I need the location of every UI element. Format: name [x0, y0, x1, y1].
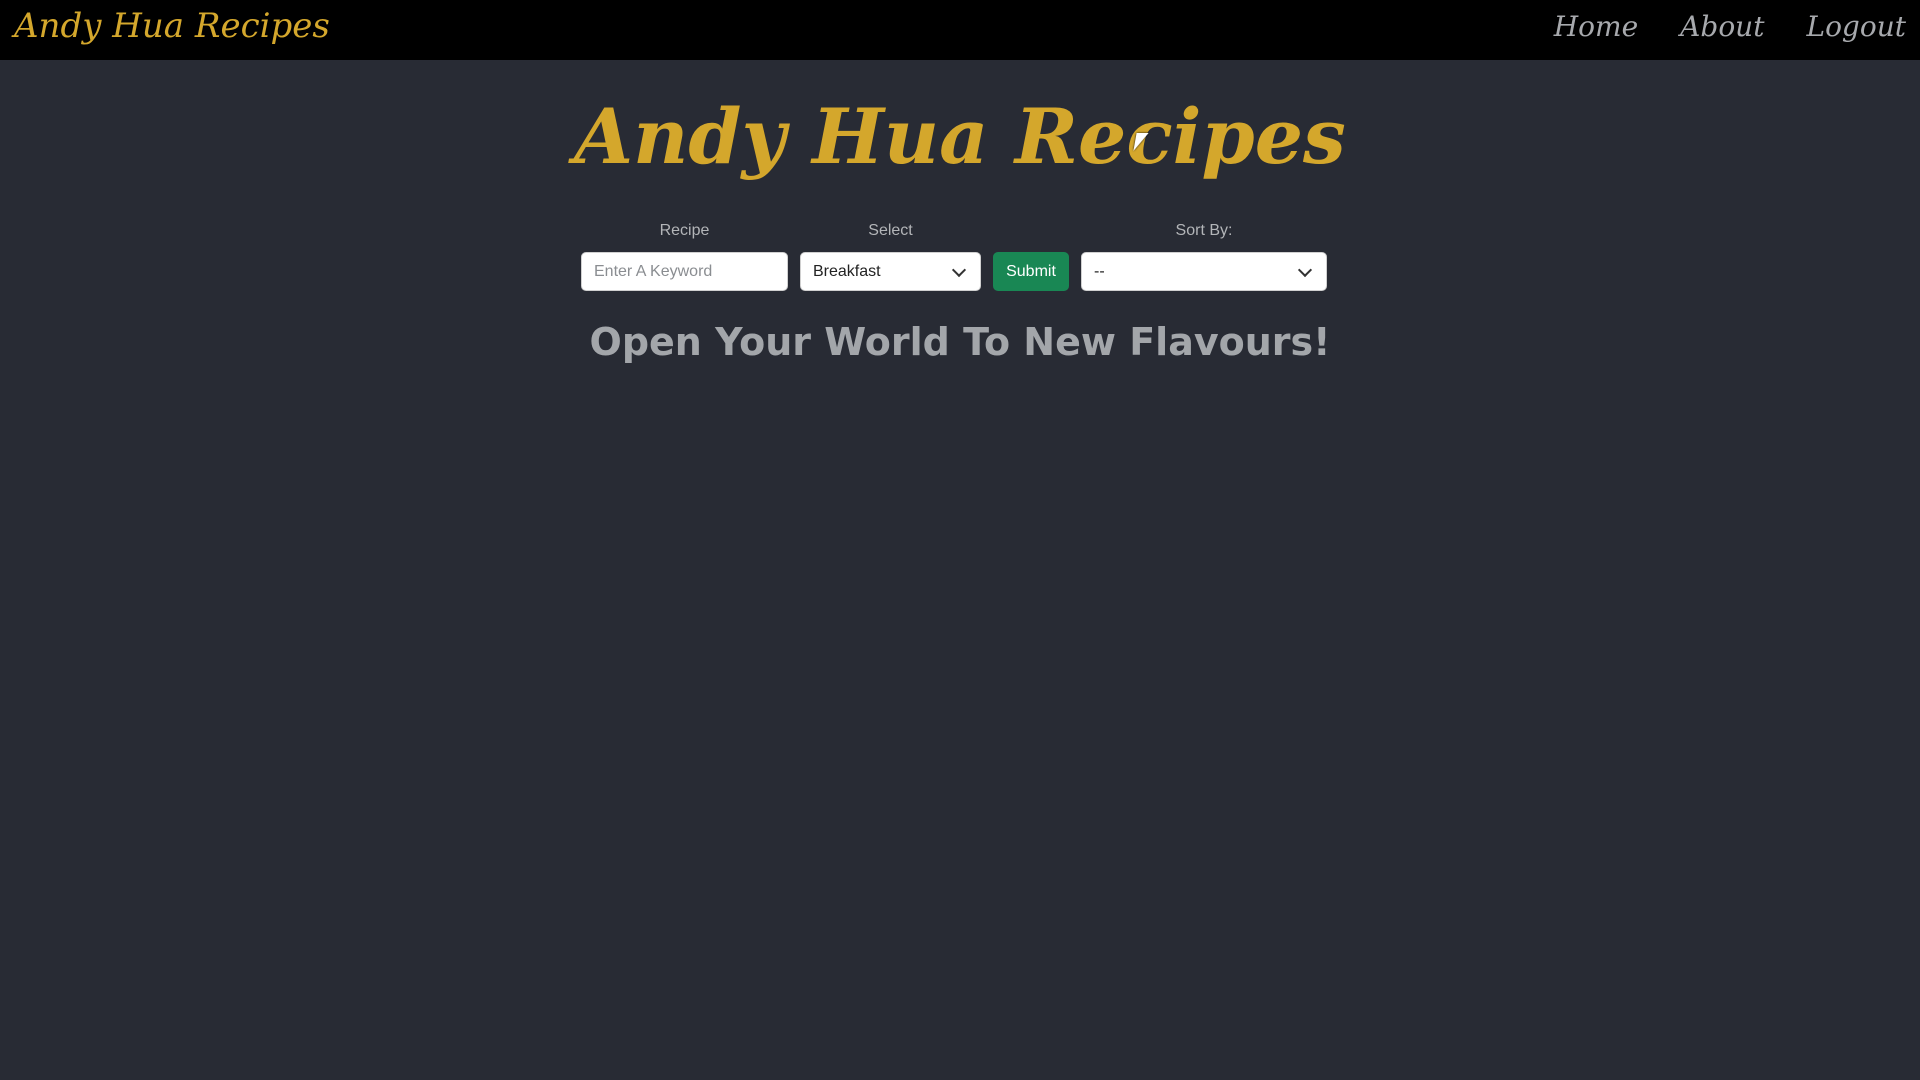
sort-field: Sort By: -- [1081, 220, 1327, 291]
chevron-down-icon [1297, 262, 1313, 277]
sort-selected-value: -- [1094, 262, 1105, 280]
category-selected-value: Breakfast [813, 262, 881, 280]
nav-link-logout[interactable]: Logout [1806, 10, 1906, 43]
submit-button[interactable]: Submit [993, 252, 1069, 291]
nav-links: Home About Logout [1554, 10, 1906, 43]
recipe-keyword-input[interactable] [581, 252, 788, 291]
category-field: Select Breakfast [800, 220, 981, 291]
hero-title: Andy Hua Recipes [574, 92, 1346, 181]
top-navbar: Andy Hua Recipes Home About Logout [0, 0, 1920, 60]
chevron-down-icon [951, 262, 967, 277]
category-select[interactable]: Breakfast [800, 252, 981, 291]
recipe-label: Recipe [659, 222, 710, 239]
nav-link-about[interactable]: About [1680, 10, 1764, 43]
nav-link-home[interactable]: Home [1554, 10, 1638, 43]
tagline-heading: Open Your World To New Flavours! [589, 320, 1331, 364]
search-form: Recipe Select Breakfast Submit Sort By: … [0, 220, 1920, 291]
category-label: Select [868, 222, 913, 239]
sort-label: Sort By: [1175, 222, 1233, 239]
sort-select[interactable]: -- [1081, 252, 1327, 291]
recipe-field: Recipe [581, 220, 788, 291]
navbar-brand[interactable]: Andy Hua Recipes [14, 6, 330, 46]
